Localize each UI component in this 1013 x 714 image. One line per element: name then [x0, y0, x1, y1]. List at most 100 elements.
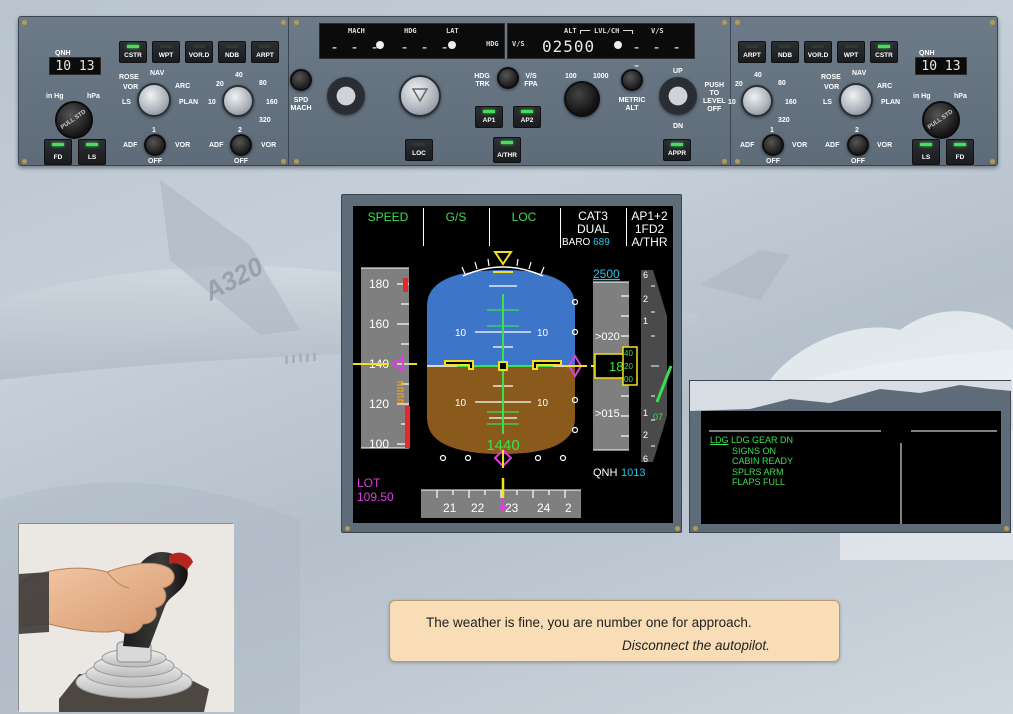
ecam-landing-memo: LDG LDG GEAR DN SIGNS ON CABIN READY SPL…: [710, 435, 793, 488]
wpt-button-left[interactable]: WPT: [152, 41, 180, 63]
vor2-label-right: VOR: [877, 142, 893, 149]
sidestick-illustration[interactable]: [18, 523, 234, 712]
adf-vor-2-selector-right[interactable]: [847, 134, 869, 156]
vs-tick-2-down: 2: [643, 430, 648, 440]
range-320-left: 320: [259, 117, 271, 124]
push-to-level-off-label: PUSH TO LEVEL OFF: [703, 82, 726, 113]
loc-button[interactable]: LOC: [405, 139, 433, 161]
arpt-button-right[interactable]: ARPT: [738, 41, 766, 63]
vs-tick-2-up: 2: [643, 294, 648, 304]
heading-selector-knob[interactable]: [399, 75, 441, 117]
heading-tick-22: 22: [471, 501, 485, 515]
alt-drum-top: 40: [624, 349, 633, 358]
ls-button-left[interactable]: LS: [78, 139, 106, 165]
fd-button-right[interactable]: FD: [946, 139, 974, 165]
cstr-button-left[interactable]: CSTR: [119, 41, 147, 63]
qnh-display-left: 10 13: [49, 57, 101, 75]
adf2-label-right: ADF: [825, 142, 840, 149]
appr-button[interactable]: APPR: [663, 139, 691, 161]
heading-managed-dot: [448, 41, 456, 49]
speed-managed-dot: [376, 41, 384, 49]
flight-control-unit: QNH 10 13 in Hg hPa PULL STD CSTR WPT VO…: [18, 16, 998, 166]
pfd-qnh-value: 1013: [621, 467, 645, 479]
ndb-button-right[interactable]: NDB: [771, 41, 799, 63]
mode-arc-label-left: ARC: [175, 83, 191, 90]
instruction-message: The weather is fine, you are number one …: [389, 600, 840, 662]
range-80-right: 80: [778, 80, 786, 87]
speed-tick-100: 100: [369, 437, 389, 451]
vs-up-label: UP: [673, 68, 683, 75]
baro-knob-right[interactable]: PULL STD: [922, 101, 960, 139]
range-20-right: 20: [735, 81, 743, 88]
heading-tick-23: 23: [505, 501, 519, 515]
spd-mach-button[interactable]: [290, 69, 312, 91]
alt-label: ALT: [564, 27, 577, 35]
hdg-vs-trk-fpa-button[interactable]: [497, 67, 519, 89]
alpha-max-strip: [405, 406, 410, 448]
cstr-button-right[interactable]: CSTR: [870, 41, 898, 63]
fd-button-left[interactable]: FD: [44, 139, 72, 165]
alt-tick-1500: >015: [595, 408, 620, 420]
nd-range-selector-left[interactable]: [222, 85, 254, 117]
ap2-button[interactable]: AP2: [513, 106, 541, 128]
arpt-button-left[interactable]: ARPT: [251, 41, 279, 63]
memo-ldg-prefix: LDG: [710, 435, 729, 445]
heading-triangle-icon: [411, 88, 429, 103]
nd-mode-selector-right[interactable]: [839, 83, 873, 117]
alt-range-1000-label: 1000: [593, 73, 609, 80]
ap1-button[interactable]: AP1: [475, 106, 503, 128]
vord-button-right[interactable]: VOR.D: [804, 41, 832, 63]
vord-button-left[interactable]: VOR.D: [185, 41, 213, 63]
range-160-left: 160: [266, 99, 278, 106]
range-10-right: 10: [728, 99, 736, 106]
mode-nav-label-right: NAV: [852, 70, 867, 77]
ls-button-right[interactable]: LS: [912, 139, 940, 165]
off2-label-right: OFF: [851, 158, 865, 165]
nd-range-selector-right[interactable]: [741, 85, 773, 117]
pfd-bezel: SPEED G/S LOC CAT3 DUAL BARO 689 AP1+2 1…: [341, 194, 682, 533]
vor2-label-left: VOR: [261, 142, 277, 149]
alt-drum-bottom: 00: [624, 375, 633, 384]
baro-knob-left[interactable]: PULL STD: [55, 101, 93, 139]
mode-vor-label-left: VOR: [123, 84, 139, 91]
instruction-line-2: Disconnect the autopilot.: [622, 638, 770, 653]
ndb-button-left[interactable]: NDB: [218, 41, 246, 63]
adf-vor-2-selector-left[interactable]: [230, 134, 252, 156]
memo-splrs: SPLRS ARM: [732, 466, 784, 477]
hdg-vs-label: HDG: [486, 40, 499, 48]
instruction-line-1: The weather is fine, you are number one …: [426, 615, 752, 630]
altitude-increment-selector[interactable]: [564, 81, 600, 117]
athr-button[interactable]: A/THR: [493, 137, 521, 163]
off1-label-right: OFF: [766, 158, 780, 165]
metric-alt-button[interactable]: [621, 69, 643, 91]
lat-label: LAT: [446, 27, 459, 35]
range-40-right: 40: [754, 72, 762, 79]
altitude-managed-dot: [614, 41, 622, 49]
inhg-label-right: in Hg: [913, 93, 931, 100]
hpa-label-left: hPa: [87, 93, 100, 100]
range-40-left: 40: [235, 72, 243, 79]
pitch-label-up-left: 10: [455, 328, 467, 339]
roll-pointer: [493, 251, 513, 266]
vs-small-label: V/S: [512, 40, 525, 48]
vs-tick-1-down: 1: [643, 408, 648, 418]
speed-heading-display: MACH HDG LAT - - - - - - HDG: [319, 23, 505, 59]
nd-mode-selector-left[interactable]: [137, 83, 171, 117]
speed-selector-knob[interactable]: [327, 77, 365, 115]
adf-vor-1-selector-right[interactable]: [762, 134, 784, 156]
heading-window: - - -: [400, 38, 451, 56]
speed-window: - - -: [330, 38, 381, 56]
memo-signs: SIGNS ON: [732, 445, 777, 456]
hpa-label-right: hPa: [954, 93, 967, 100]
spd-mach-label: SPD MACH: [290, 97, 312, 112]
altitude-selector-knob[interactable]: [659, 77, 697, 115]
wpt-button-right[interactable]: WPT: [837, 41, 865, 63]
adf-vor-1-selector-left[interactable]: [144, 134, 166, 156]
mode-rose-label-right: ROSE: [821, 74, 841, 81]
vor1-label-right: VOR: [792, 142, 808, 149]
alt-tick-2000: >020: [595, 331, 620, 343]
mode-arc-label-right: ARC: [877, 83, 893, 90]
selected-altitude: 2500: [593, 267, 620, 281]
sidestick-icon: [18, 524, 234, 712]
lvlch-label: LVL/CH: [594, 27, 620, 35]
